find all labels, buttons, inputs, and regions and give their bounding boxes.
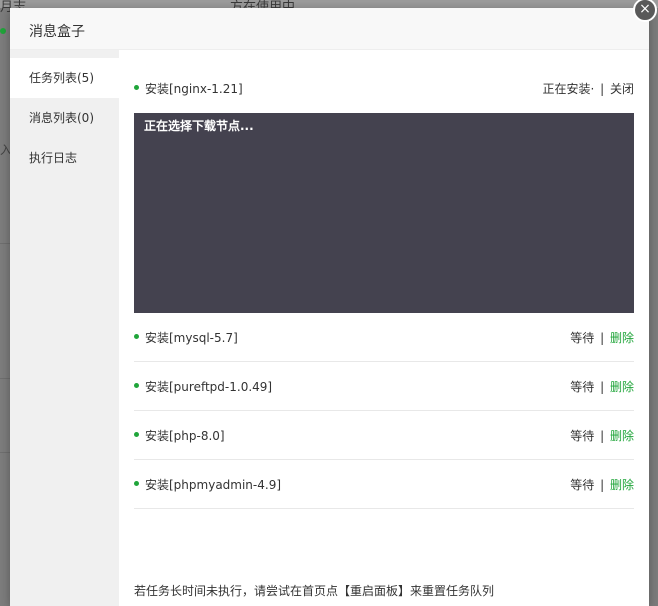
task-actions: 等待 | 删除 [570, 476, 634, 493]
task-status: 等待 [570, 331, 595, 345]
delete-task-button[interactable]: 删除 [610, 429, 634, 443]
message-box-modal: 消息盒子 任务列表(5) 消息列表(0) 执行日志 安装[nginx-1.21]… [10, 8, 649, 606]
status-dot-icon [134, 334, 139, 339]
backdrop-divider [0, 452, 10, 453]
task-name: 安装[php-8.0] [145, 429, 225, 443]
task-status: 正在安装· [542, 82, 595, 96]
sidebar-item-label: 执行日志 [29, 151, 78, 165]
modal-title: 消息盒子 [29, 24, 85, 40]
task-row: 安装[phpmyadmin-4.9] 等待 | 删除 [134, 460, 634, 509]
sidebar: 任务列表(5) 消息列表(0) 执行日志 [10, 50, 119, 606]
footer-hint: 若任务长时间未执行，请尝试在首页点【重启面板】来重置任务队列 [134, 584, 495, 598]
delete-task-button[interactable]: 删除 [610, 331, 634, 345]
sidebar-item-message-list[interactable]: 消息列表(0) [10, 98, 119, 138]
backdrop-status-dot [0, 28, 6, 34]
sidebar-item-exec-log[interactable]: 执行日志 [10, 138, 119, 178]
task-name: 安装[phpmyadmin-4.9] [145, 478, 282, 492]
console-text: 正在选择下载节点... [144, 119, 254, 133]
action-separator: | [600, 380, 605, 394]
delete-task-button[interactable]: 删除 [610, 380, 634, 394]
sidebar-item-task-list[interactable]: 任务列表(5) [10, 58, 119, 98]
task-name: 安装[mysql-5.7] [145, 331, 238, 345]
task-actions: 等待 | 删除 [570, 427, 634, 444]
task-row: 安装[mysql-5.7] 等待 | 删除 [134, 313, 634, 362]
task-list-panel: 安装[nginx-1.21] 正在安装· | 关闭 正在选择下载节点... 安装… [119, 50, 649, 606]
task-status: 等待 [570, 478, 595, 492]
action-separator: | [600, 429, 605, 443]
task-status: 等待 [570, 429, 595, 443]
backdrop-divider [0, 243, 10, 244]
action-separator: | [600, 331, 605, 345]
backdrop-top-strip [0, 0, 658, 8]
install-log-console: 正在选择下载节点... [134, 113, 634, 313]
status-dot-icon [134, 383, 139, 388]
backdrop-divider [0, 378, 10, 379]
delete-task-button[interactable]: 删除 [610, 478, 634, 492]
close-task-button[interactable]: 关闭 [610, 82, 634, 96]
action-separator: | [600, 478, 605, 492]
task-row: 安装[php-8.0] 等待 | 删除 [134, 411, 634, 460]
task-actions: 等待 | 删除 [570, 378, 634, 395]
sidebar-item-label: 消息列表(0) [29, 111, 94, 125]
current-task-row: 安装[nginx-1.21] 正在安装· | 关闭 [134, 64, 634, 113]
action-separator: | [600, 82, 605, 96]
task-name: 安装[nginx-1.21] [145, 82, 243, 96]
task-actions: 正在安装· | 关闭 [542, 80, 634, 97]
task-actions: 等待 | 删除 [570, 329, 634, 346]
status-dot-icon [134, 432, 139, 437]
modal-header: 消息盒子 [10, 8, 649, 50]
status-dot-icon [134, 85, 139, 90]
status-dot-icon [134, 481, 139, 486]
task-row: 安装[pureftpd-1.0.49] 等待 | 删除 [134, 362, 634, 411]
sidebar-item-label: 任务列表(5) [29, 71, 94, 85]
task-name: 安装[pureftpd-1.0.49] [145, 380, 273, 394]
task-status: 等待 [570, 380, 595, 394]
